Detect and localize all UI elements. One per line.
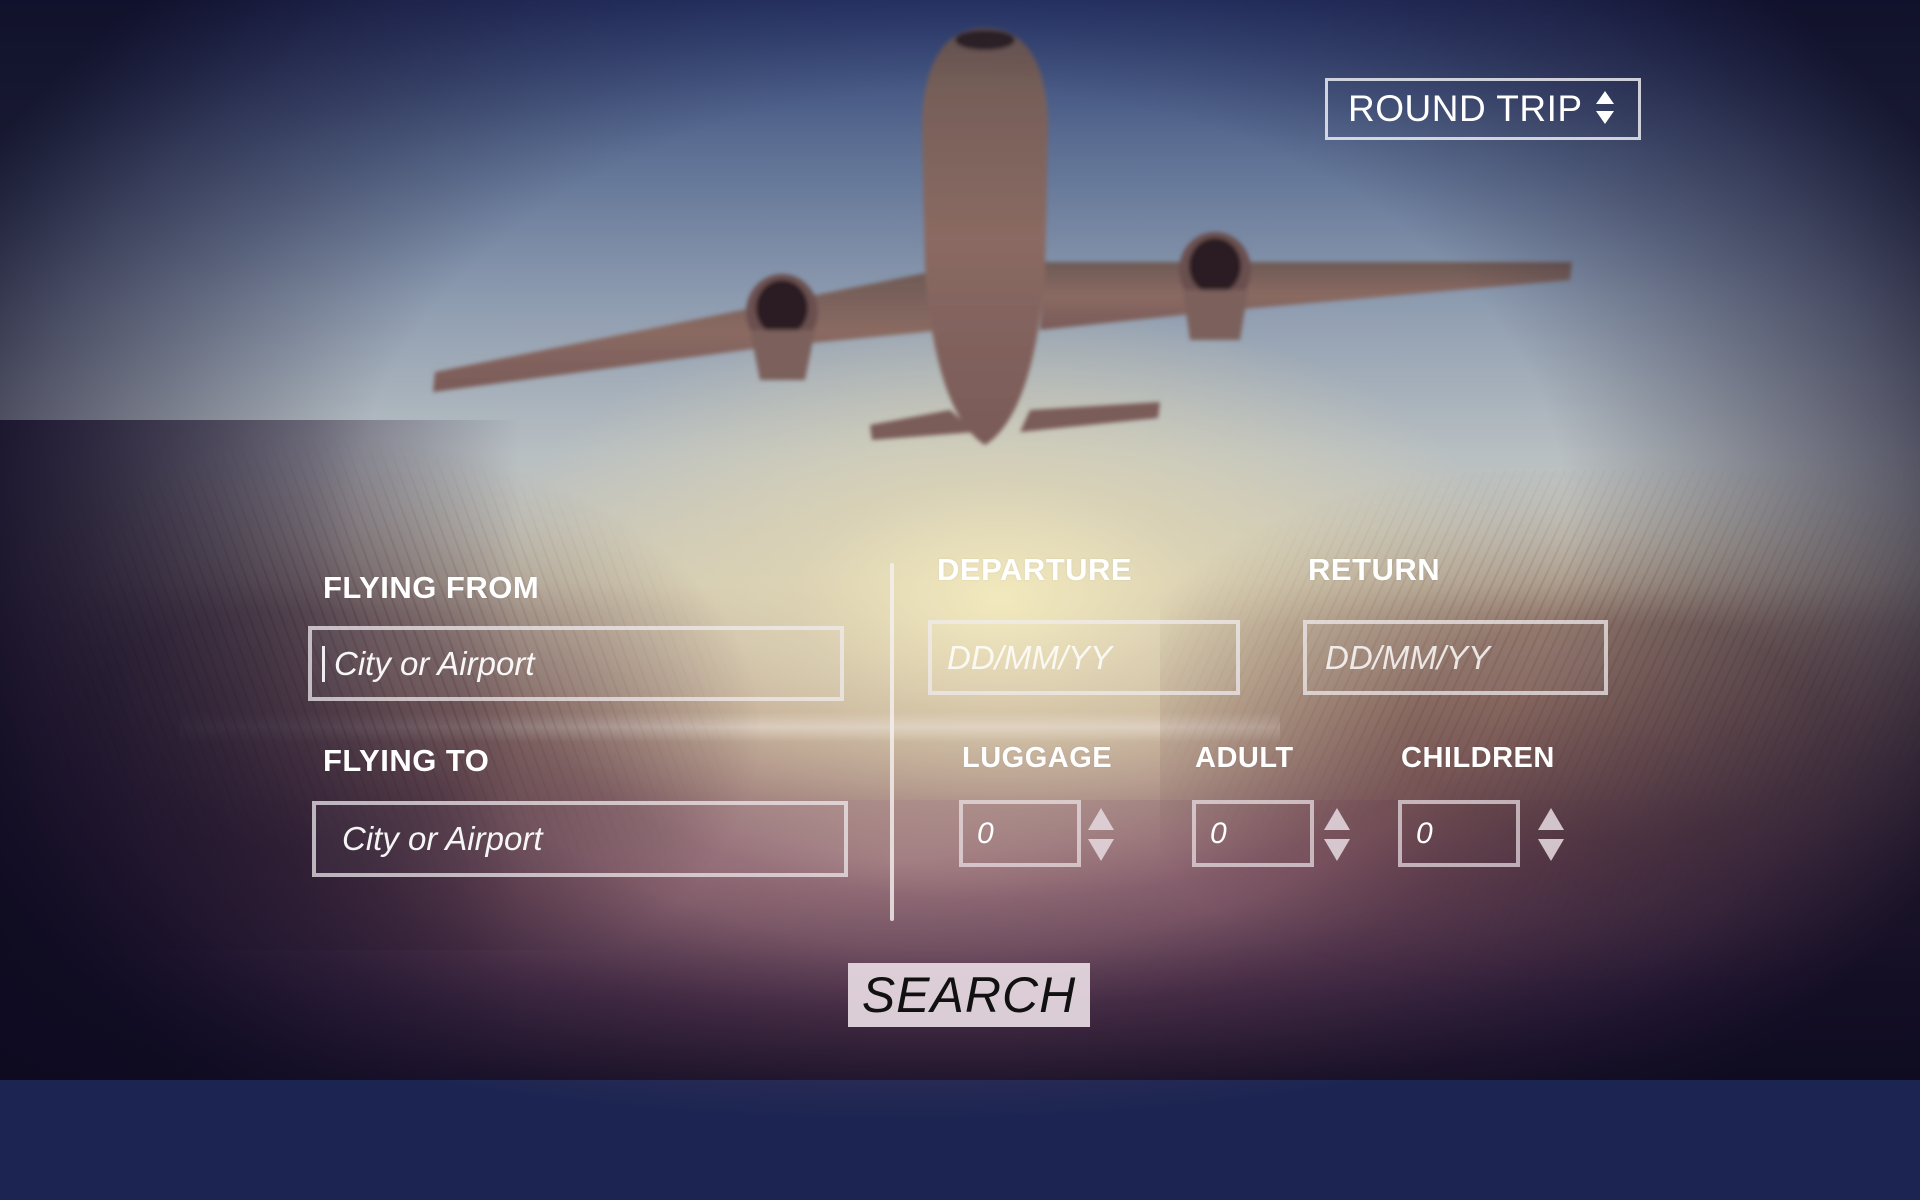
return-label: RETURN bbox=[1308, 552, 1441, 587]
departure-label: DEPARTURE bbox=[937, 552, 1133, 587]
adult-decrement-icon[interactable] bbox=[1324, 839, 1350, 861]
departure-placeholder: DD/MM/YY bbox=[947, 638, 1112, 676]
luggage-label: LUGGAGE bbox=[962, 742, 1113, 774]
departure-date-input[interactable]: DD/MM/YY bbox=[928, 620, 1240, 695]
updown-arrows-icon bbox=[1596, 91, 1614, 124]
search-button[interactable]: SEARCH bbox=[848, 963, 1090, 1027]
children-decrement-icon[interactable] bbox=[1538, 839, 1564, 861]
flying-to-input[interactable]: City or Airport bbox=[312, 801, 848, 877]
form-divider bbox=[890, 563, 894, 921]
return-placeholder: DD/MM/YY bbox=[1325, 638, 1490, 676]
background-photo bbox=[0, 0, 1920, 1200]
flying-to-label: FLYING TO bbox=[323, 743, 490, 778]
return-date-input[interactable]: DD/MM/YY bbox=[1303, 620, 1608, 695]
adult-label: ADULT bbox=[1195, 742, 1294, 774]
luggage-decrement-icon[interactable] bbox=[1088, 839, 1114, 861]
children-input[interactable]: 0 bbox=[1398, 800, 1520, 867]
luggage-value: 0 bbox=[977, 816, 994, 850]
adult-input[interactable]: 0 bbox=[1192, 800, 1314, 867]
vignette bbox=[0, 0, 1920, 1080]
luggage-stepper bbox=[1088, 808, 1114, 861]
flying-from-placeholder: City or Airport bbox=[334, 644, 535, 682]
children-label: CHILDREN bbox=[1401, 742, 1555, 774]
arrow-down-icon bbox=[1596, 111, 1614, 124]
children-value: 0 bbox=[1416, 816, 1433, 850]
arrow-up-icon bbox=[1596, 91, 1614, 104]
trip-type-value: ROUND TRIP bbox=[1348, 88, 1583, 129]
luggage-input[interactable]: 0 bbox=[959, 800, 1081, 867]
flying-from-input[interactable]: City or Airport bbox=[308, 626, 844, 701]
text-cursor bbox=[322, 645, 325, 682]
children-increment-icon[interactable] bbox=[1538, 808, 1564, 830]
flying-to-placeholder: City or Airport bbox=[342, 820, 543, 857]
adult-value: 0 bbox=[1210, 816, 1227, 850]
adult-increment-icon[interactable] bbox=[1324, 808, 1350, 830]
luggage-increment-icon[interactable] bbox=[1088, 808, 1114, 830]
flying-from-label: FLYING FROM bbox=[323, 570, 540, 605]
children-stepper bbox=[1538, 808, 1564, 861]
trip-type-select[interactable]: ROUND TRIP bbox=[1325, 78, 1641, 140]
adult-stepper bbox=[1324, 808, 1350, 861]
